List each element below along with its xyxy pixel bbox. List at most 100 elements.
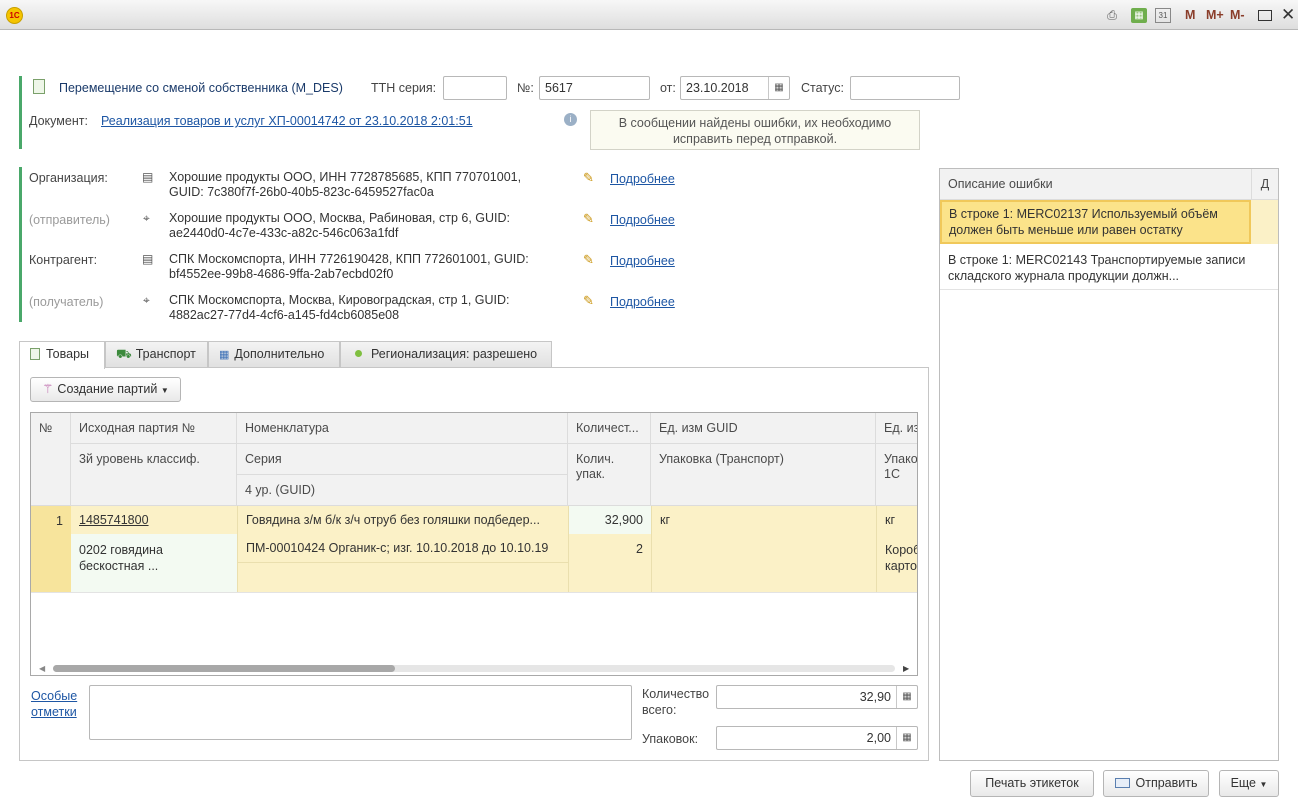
col-header-source-batch[interactable]: Исходная партия № [71,413,237,444]
scroll-right-icon[interactable]: ▶ [903,664,909,673]
recipient-more-link[interactable]: Подробнее [610,295,675,309]
document-link[interactable]: Реализация товаров и услуг ХП-00014742 о… [101,114,473,128]
pencil-icon[interactable]: ✎ [583,170,594,186]
error-item-selected-col2 [1251,200,1278,244]
special-notes-input[interactable] [89,685,632,740]
error-col2-header[interactable]: Д [1251,169,1278,200]
total-qty-input[interactable]: 32,90 ▦ [716,685,918,709]
more-label: Еще [1230,776,1257,790]
horizontal-scrollbar[interactable] [53,665,895,672]
app-logo-icon: 1С [6,7,23,24]
memory-minus-button[interactable]: M- [1230,8,1245,22]
packages-label: Упаковок: [642,732,699,746]
window-titlebar: 1С ⎙ ▦ 31 M M+ M- ✕ [0,0,1298,30]
print-icon[interactable]: ⎙ [1104,8,1120,23]
grid-icon: ▦ [219,349,230,361]
col-header-classifier[interactable]: 3й уровень классиф. [71,444,237,506]
ttn-series-input[interactable] [443,76,507,100]
organization-more-link[interactable]: Подробнее [610,172,675,186]
row-pack-1c[interactable]: Короб карто [876,534,917,592]
sender-text: Хорошие продукты ООО, Москва, Рабиновая,… [169,211,511,240]
col-header-num[interactable]: № [31,413,71,506]
error-item-selected[interactable]: В строке 1: MERC02137 Используемый объём… [940,200,1251,244]
row-classifier[interactable]: 0202 говядина бескостная ... [71,534,237,592]
counterparty-more-link[interactable]: Подробнее [610,254,675,268]
calendar-picker-icon[interactable]: ▦ [768,77,789,99]
info-icon[interactable]: i [564,113,577,126]
packages-input[interactable]: 2,00 ▦ [716,726,918,750]
col-header-unit-1c[interactable]: Ед. из [876,413,917,444]
row-packaging[interactable] [651,534,876,592]
row-series[interactable]: ПМ-00010424 Органик-с; изг. 10.10.2018 д… [237,534,568,563]
col-header-level4[interactable]: 4 ур. (GUID) [237,475,568,506]
status-input[interactable] [850,76,960,100]
chevron-down-icon: ▼ [1259,780,1268,789]
truck-icon: ⛟ [116,347,132,361]
row-level4[interactable] [237,563,568,592]
maximize-icon[interactable] [1258,10,1272,21]
calculator-icon[interactable]: ▦ [1131,8,1147,23]
ttn-series-label: ТТН серия: [371,81,437,95]
tab-goods-label: Товары [46,347,89,361]
special-notes-link[interactable]: Особые отметки [31,688,81,720]
col-header-packaging[interactable]: Упаковка (Транспорт) [651,444,876,506]
scrollbar-thumb[interactable] [53,665,395,672]
sender-more-link[interactable]: Подробнее [610,213,675,227]
tab-regionalization-label: Регионализация: разрешено [371,347,538,361]
total-qty-value: 32,90 [859,690,891,704]
source-batch-link[interactable]: 1485741800 [79,513,149,527]
row-unit-1c[interactable]: кг [876,506,917,534]
document-icon [33,79,45,94]
col-header-pack-1c[interactable]: Упако 1С [876,444,917,506]
tab-transport-label: Транспорт [135,347,196,361]
organization-label: Организация: [29,171,108,185]
col-header-quantity[interactable]: Количест... [568,413,651,444]
recipient-label: (получатель) [29,295,104,309]
pencil-icon[interactable]: ✎ [583,211,594,227]
document-icon [30,348,40,360]
pencil-icon[interactable]: ✎ [583,293,594,309]
error-col-header[interactable]: Описание ошибки [948,177,1053,191]
number-input[interactable]: 5617 [539,76,650,100]
tab-additional[interactable]: ▦ Дополнительно [208,341,340,368]
date-input[interactable]: 23.10.2018 ▦ [680,76,790,100]
print-labels-button[interactable]: Печать этикеток [970,770,1094,797]
send-label: Отправить [1135,776,1198,790]
col-header-nomenclature[interactable]: Номенклатура [237,413,568,444]
row-nomenclature[interactable]: Говядина з/м б/к з/ч отруб без голяшки п… [237,506,568,534]
memory-plus-button[interactable]: M+ [1206,8,1224,22]
create-batches-button[interactable]: ⚚ Создание партий ▼ [30,377,181,402]
col-header-unit-guid[interactable]: Ед. изм GUID [651,413,876,444]
tab-goods[interactable]: Товары [19,341,105,369]
pencil-icon[interactable]: ✎ [583,252,594,268]
row-unit-guid[interactable]: кг [651,506,876,534]
organization-text: Хорошие продукты ООО, ИНН 7728785685, КП… [169,170,522,199]
tab-regionalization[interactable]: Регионализация: разрешено [340,341,552,368]
create-batches-label: Создание партий [57,382,158,396]
send-button[interactable]: Отправить [1103,770,1209,797]
error-notice: В сообщении найдены ошибки, их необходим… [590,110,920,150]
more-button[interactable]: Еще ▼ [1219,770,1279,797]
total-qty-label: Количество всего: [642,687,710,717]
col-header-series[interactable]: Серия [237,444,568,475]
tab-transport[interactable]: ⛟ Транспорт [105,341,208,368]
scroll-left-icon[interactable]: ◀ [39,664,45,673]
close-icon[interactable]: ✕ [1281,5,1295,25]
green-dot-icon [355,350,362,357]
counterparty-label: Контрагент: [29,253,98,267]
calculator-icon[interactable]: ▦ [896,727,917,749]
row-quantity[interactable]: 32,900 [568,506,651,534]
row-num[interactable]: 1 [31,506,71,592]
calculator-icon[interactable]: ▦ [896,686,917,708]
col-header-pack-qty[interactable]: Колич. упак. [568,444,651,506]
packages-value: 2,00 [866,731,891,745]
calendar-icon[interactable]: 31 [1155,8,1171,23]
error-item[interactable]: В строке 1: MERC02143 Транспортируемые з… [940,244,1278,290]
date-value: 23.10.2018 [686,81,749,95]
date-label: от: [660,81,676,95]
row-pack-qty[interactable]: 2 [568,534,651,592]
row-source-batch[interactable]: 1485741800 [71,506,237,534]
building-icon: ▤ [142,252,154,266]
memory-m-button[interactable]: M [1185,8,1195,22]
row-divider [31,592,917,593]
